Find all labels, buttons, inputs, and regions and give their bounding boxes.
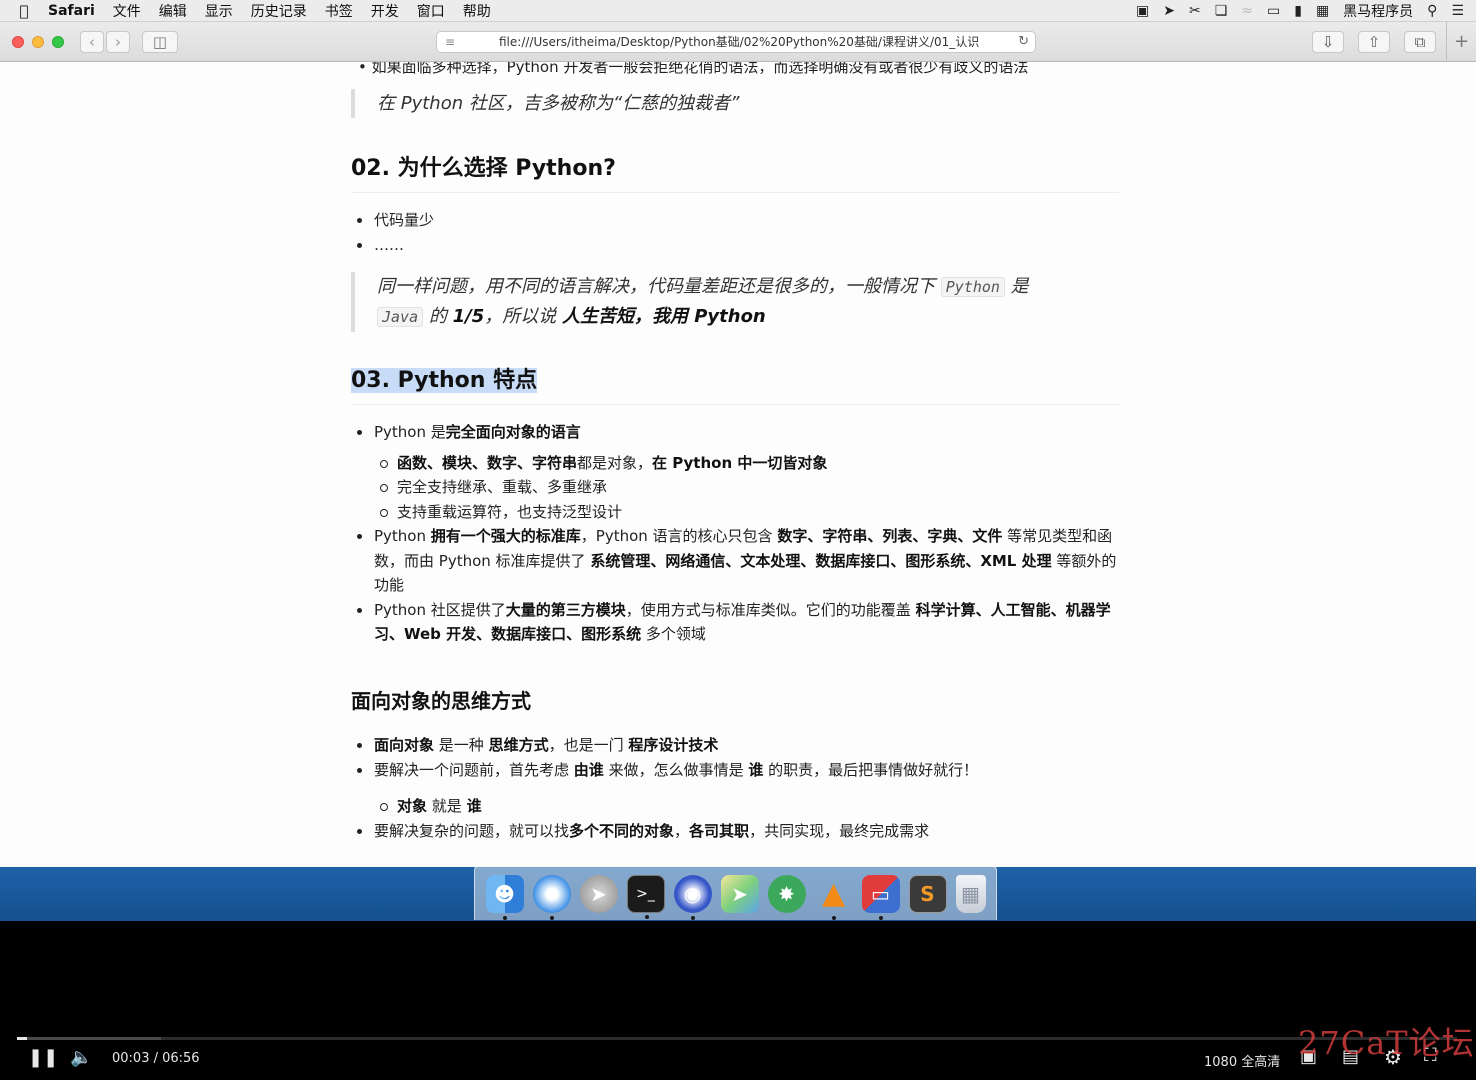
- quality-selector[interactable]: 1080 全高清: [1204, 1051, 1280, 1070]
- downloads-button[interactable]: ⇩: [1312, 31, 1344, 53]
- cut-off-list-item: • 如果面临多种选择，Python 开发者一般会拒绝花俏的语法，而选择明确没有或…: [358, 62, 1029, 76]
- sub-list-item: 支持重载运算符，也支持泛型设计: [374, 500, 1119, 525]
- menu-help[interactable]: 帮助: [463, 1, 491, 21]
- list-item: 要解决复杂的问题，就可以找多个不同的对象，各司其职，共同实现，最终完成需求: [351, 819, 1119, 844]
- heading-why-python: 02. 为什么选择 Python?: [351, 150, 1119, 193]
- menu-develop[interactable]: 开发: [371, 1, 399, 21]
- send-icon[interactable]: ➤: [1163, 3, 1175, 19]
- safari-icon[interactable]: ✦: [532, 874, 571, 920]
- terminal-icon[interactable]: >_: [626, 874, 665, 919]
- volume-icon[interactable]: 🔈: [70, 1047, 92, 1068]
- airplay-icon[interactable]: ▭: [1267, 3, 1280, 19]
- blockquote-bdfl: 在 Python 社区，吉多被称为“仁慈的独裁者”: [351, 89, 1111, 118]
- menu-view[interactable]: 显示: [205, 1, 233, 21]
- user-name[interactable]: 黑马程序员: [1343, 1, 1413, 21]
- playback-time: 00:03 / 06:56: [112, 1051, 200, 1066]
- vlc-icon[interactable]: ▲: [815, 875, 853, 920]
- sub-list-item: 完全支持继承、重载、多重继承: [374, 475, 1119, 500]
- battery-icon[interactable]: ▮: [1294, 3, 1302, 19]
- list-item: ……: [351, 233, 1119, 258]
- search-icon[interactable]: ⚲: [1427, 3, 1437, 19]
- why-list: 代码量少 ……: [351, 208, 1119, 257]
- list-item: Python 拥有一个强大的标准库，Python 语言的核心只包含 数字、字符串…: [351, 524, 1119, 598]
- list-item: 要解决一个问题前，首先考虑 由谁 来做，怎么做事情是 谁 的职责，最后把事情做好…: [351, 758, 1119, 819]
- sub-list-item: 函数、模块、数字、字符串都是对象，在 Python 中一切皆对象: [374, 451, 1119, 476]
- inline-code-java: Java: [377, 307, 424, 327]
- scissors-icon[interactable]: ✂: [1189, 3, 1201, 19]
- menu-app-name[interactable]: Safari: [48, 3, 95, 19]
- maps-icon[interactable]: ➤: [720, 874, 759, 913]
- close-window-button[interactable]: [12, 36, 24, 48]
- status-area: ▣ ➤ ✂ ❏ ≈ ▭ ▮ ▦ 黑马程序员 ⚲ ☰: [1136, 0, 1464, 22]
- sublime-text-icon[interactable]: S: [908, 874, 947, 913]
- finder-icon[interactable]: ☻: [485, 874, 524, 920]
- page-content: • 如果面临多种选择，Python 开发者一般会拒绝花俏的语法，而选择明确没有或…: [0, 62, 1476, 867]
- list-item: Python 是完全面向对象的语言 函数、模块、数字、字符串都是对象，在 Pyt…: [351, 420, 1119, 524]
- features-list: Python 是完全面向对象的语言 函数、模块、数字、字符串都是对象，在 Pyt…: [351, 420, 1119, 647]
- menu-bookmarks[interactable]: 书签: [325, 1, 353, 21]
- forward-button[interactable]: ›: [106, 31, 130, 53]
- watermark-logo: 27CaT论坛: [1298, 1024, 1475, 1062]
- list-item: Python 社区提供了大量的第三方模块，使用方式与标准库类似。它们的功能覆盖 …: [351, 598, 1119, 647]
- menu-file[interactable]: 文件: [113, 1, 141, 21]
- browser-toolbar: ‹ › ◫ ≡ file:///Users/itheima/Desktop/Py…: [0, 22, 1476, 62]
- menu-window[interactable]: 窗口: [417, 1, 445, 21]
- pause-icon[interactable]: ❚❚: [28, 1047, 58, 1068]
- list-icon[interactable]: ☰: [1451, 3, 1464, 19]
- blockquote-code-size: 同一样问题，用不同的语言解决，代码量差距还是很多的，一般情况下 Python 是…: [351, 272, 1111, 332]
- sub-list: 函数、模块、数字、字符串都是对象，在 Python 中一切皆对象 完全支持继承、…: [374, 451, 1119, 525]
- zoom-window-button[interactable]: [52, 36, 64, 48]
- inline-code-python: Python: [940, 277, 1005, 297]
- menu-history[interactable]: 历史记录: [251, 1, 307, 21]
- input-method-icon[interactable]: ▦: [1316, 3, 1329, 19]
- screen-recorder-icon[interactable]: ◉: [673, 874, 712, 920]
- camera-icon[interactable]: ▣: [1136, 3, 1149, 19]
- url-text: file:///Users/itheima/Desktop/Python基础/0…: [499, 35, 980, 49]
- wifi-icon[interactable]: ≈: [1241, 3, 1253, 19]
- launchpad-icon[interactable]: ➤: [579, 874, 618, 913]
- tabs-overview-button[interactable]: ⧉: [1404, 31, 1436, 53]
- parallels-icon[interactable]: ▭: [861, 874, 900, 920]
- sub-list: 对象 就是 谁: [374, 794, 1119, 819]
- menu-bar:  Safari 文件 编辑 显示 历史记录 书签 开发 窗口 帮助 ▣ ➤ ✂…: [0, 0, 1476, 22]
- dock: ☻ ✦ ➤ >_ ◉ ➤ ✸ ▲ ▭ S ▦: [474, 866, 997, 920]
- address-bar[interactable]: ≡ file:///Users/itheima/Desktop/Python基础…: [436, 31, 1036, 53]
- list-item: 面向对象 是一种 思维方式，也是一门 程序设计技术: [351, 733, 1119, 758]
- window-icon[interactable]: ❏: [1215, 3, 1228, 19]
- heading-oop: 面向对象的思维方式: [351, 689, 531, 713]
- oop-list: 面向对象 是一种 思维方式，也是一门 程序设计技术 要解决一个问题前，首先考虑 …: [351, 733, 1119, 843]
- apple-menu-icon[interactable]: : [0, 2, 48, 20]
- share-button[interactable]: ⇧: [1358, 31, 1390, 53]
- new-tab-button[interactable]: +: [1446, 22, 1476, 62]
- menu-edit[interactable]: 编辑: [159, 1, 187, 21]
- sidebar-toggle-button[interactable]: ◫: [142, 31, 178, 53]
- minimize-window-button[interactable]: [32, 36, 44, 48]
- sub-list-item: 对象 就是 谁: [374, 794, 1119, 819]
- reader-icon[interactable]: ≡: [445, 32, 455, 52]
- xmind-icon[interactable]: ✸: [767, 874, 806, 913]
- video-player: ❚❚ 🔈 00:03 / 06:56 1080 全高清 ▣ ▤ ⚙ ⛶: [0, 921, 1476, 1080]
- list-item: 代码量少: [351, 208, 1119, 233]
- trash-icon[interactable]: ▦: [955, 874, 986, 913]
- progress-buffer: [17, 1037, 161, 1040]
- progress-fill: [17, 1037, 28, 1040]
- reload-icon[interactable]: ↻: [1018, 32, 1029, 52]
- progress-bar[interactable]: [17, 1037, 1457, 1040]
- back-button[interactable]: ‹: [80, 31, 104, 53]
- heading-python-features: 03. Python 特点: [351, 362, 1119, 405]
